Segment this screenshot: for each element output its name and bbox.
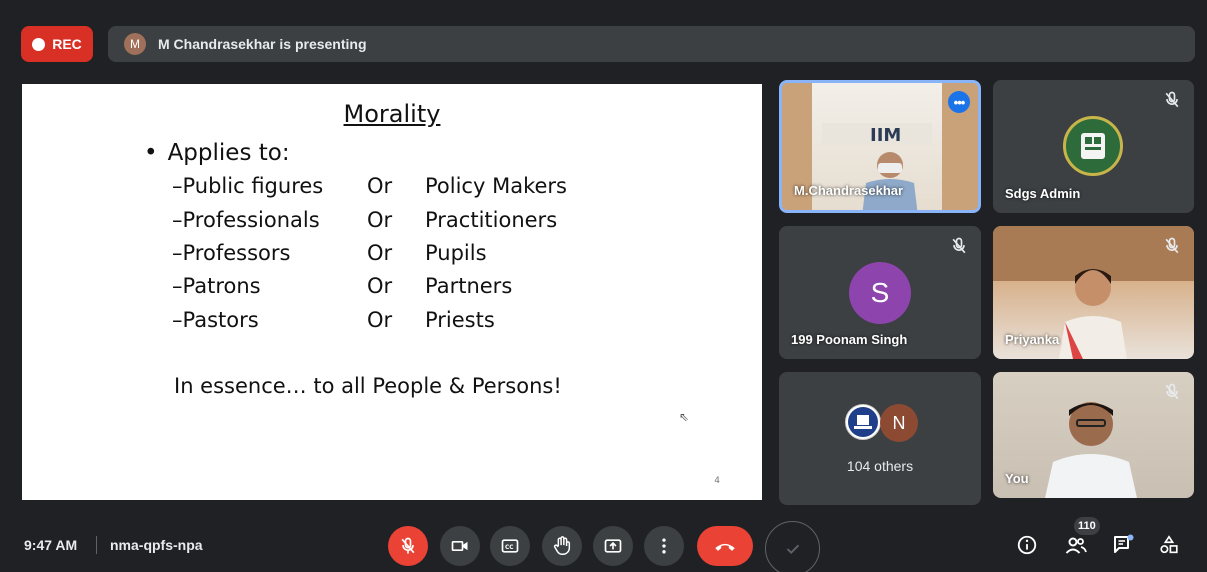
rec-label: REC bbox=[52, 36, 82, 52]
present-screen-button[interactable] bbox=[593, 526, 633, 566]
divider bbox=[96, 536, 97, 554]
video-camera-icon bbox=[451, 541, 468, 551]
people-icon bbox=[1065, 537, 1087, 554]
status-check-button[interactable] bbox=[765, 521, 820, 572]
mic-off-icon bbox=[1165, 91, 1179, 108]
hang-up-icon bbox=[715, 543, 735, 551]
raise-hand-icon bbox=[553, 536, 571, 555]
presenting-text: M Chandrasekhar is presenting bbox=[158, 36, 367, 52]
university-logo-icon bbox=[845, 404, 881, 440]
bullet-text: Applies to: bbox=[167, 140, 290, 166]
row-or: Or bbox=[367, 174, 393, 198]
microphone-toggle-button[interactable] bbox=[388, 526, 428, 566]
slide-page-number: 4 bbox=[714, 476, 720, 486]
svg-text:IIM: IIM bbox=[870, 125, 901, 146]
row-left: –Pastors bbox=[172, 308, 259, 332]
participant-name: Priyanka bbox=[1005, 332, 1060, 347]
mic-off-icon bbox=[952, 237, 966, 254]
more-options-icon[interactable]: ••• bbox=[948, 91, 970, 113]
mouse-cursor-icon: ⇖ bbox=[679, 410, 690, 424]
participant-tile-you[interactable]: You bbox=[993, 372, 1194, 498]
participant-name: 199 Poonam Singh bbox=[791, 332, 908, 347]
participant-name: You bbox=[1005, 471, 1029, 486]
mic-off-icon bbox=[1165, 383, 1179, 400]
captions-button[interactable]: CC bbox=[490, 526, 530, 566]
row-or: Or bbox=[367, 308, 393, 332]
row-or: Or bbox=[367, 208, 393, 232]
meeting-time: 9:47 AM bbox=[24, 537, 78, 553]
camera-toggle-button[interactable] bbox=[440, 526, 480, 566]
bottom-control-bar: 9:47 AM nma-qpfs-npa CC 110 bbox=[0, 517, 1207, 572]
top-bar: REC M M Chandrasekhar is presenting bbox=[0, 10, 1207, 68]
raise-hand-button[interactable] bbox=[542, 526, 582, 566]
mic-off-icon bbox=[401, 537, 415, 554]
checkmark-icon bbox=[786, 544, 799, 554]
bullet-dot-icon: • bbox=[144, 140, 158, 166]
row-right: Practitioners bbox=[425, 208, 558, 232]
meeting-code: nma-qpfs-npa bbox=[110, 537, 203, 553]
row-left: –Professors bbox=[172, 241, 291, 265]
record-dot-icon bbox=[32, 37, 46, 51]
shared-slide: Morality • Applies to: –Public figures O… bbox=[22, 84, 762, 500]
meeting-details-button[interactable] bbox=[1015, 533, 1039, 557]
sdgs-logo-icon bbox=[1063, 116, 1123, 176]
row-right: Policy Makers bbox=[425, 174, 567, 198]
row-left: –Patrons bbox=[172, 274, 261, 298]
participant-tile-sdgs[interactable]: Sdgs Admin bbox=[993, 80, 1194, 213]
chat-icon bbox=[1114, 534, 1134, 553]
recording-indicator[interactable]: REC bbox=[21, 26, 93, 62]
participant-tile-chandrasekhar[interactable]: IIM ••• M.Chandrasekhar bbox=[779, 80, 981, 213]
presenting-banner: M M Chandrasekhar is presenting bbox=[108, 26, 1195, 62]
others-avatar: N bbox=[880, 404, 918, 442]
mic-off-icon bbox=[1165, 237, 1179, 254]
people-button[interactable] bbox=[1064, 533, 1088, 557]
more-options-button[interactable] bbox=[644, 526, 684, 566]
participant-avatar: S bbox=[849, 262, 911, 324]
participant-tile-priyanka[interactable]: Priyanka bbox=[993, 226, 1194, 359]
more-vertical-icon bbox=[662, 538, 666, 554]
participant-name: M.Chandrasekhar bbox=[794, 183, 904, 198]
slide-bullet: • Applies to: bbox=[144, 140, 290, 166]
slide-essence: In essence… to all People & Persons! bbox=[174, 374, 562, 398]
others-count-label: 104 others bbox=[846, 458, 914, 474]
participant-tile-poonam[interactable]: S 199 Poonam Singh bbox=[779, 226, 981, 359]
participant-name: Sdgs Admin bbox=[1005, 186, 1081, 201]
row-or: Or bbox=[367, 274, 393, 298]
participant-tile-others[interactable]: N 104 others bbox=[779, 372, 981, 505]
closed-captions-icon: CC bbox=[501, 539, 519, 553]
leave-call-button[interactable] bbox=[697, 526, 753, 566]
chat-button[interactable] bbox=[1111, 533, 1135, 557]
presenter-avatar: M bbox=[124, 33, 146, 55]
svg-text:CC: CC bbox=[505, 545, 514, 551]
activities-button[interactable] bbox=[1157, 533, 1181, 557]
row-right: Partners bbox=[425, 274, 513, 298]
row-or: Or bbox=[367, 241, 393, 265]
row-right: Pupils bbox=[425, 241, 487, 265]
row-left: –Professionals bbox=[172, 208, 320, 232]
slide-title: Morality bbox=[343, 100, 441, 128]
row-right: Priests bbox=[425, 308, 495, 332]
activities-icon bbox=[1160, 535, 1178, 554]
info-icon bbox=[1017, 535, 1037, 555]
row-left: –Public figures bbox=[172, 174, 324, 198]
present-screen-icon bbox=[604, 539, 622, 553]
